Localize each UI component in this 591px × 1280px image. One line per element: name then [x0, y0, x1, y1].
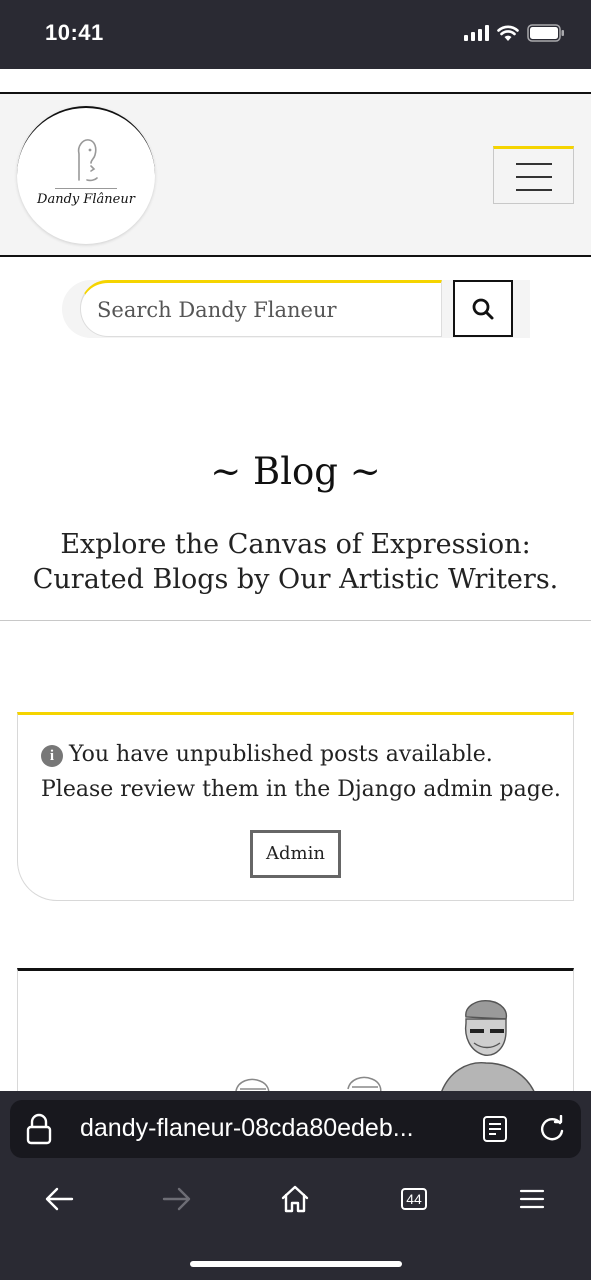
blog-post-card[interactable] [17, 968, 574, 1091]
arrow-right-icon [162, 1187, 191, 1211]
page-title: ~ Blog ~ [210, 450, 381, 493]
lock-icon [26, 1113, 52, 1145]
arrow-left-icon [45, 1187, 74, 1211]
battery-icon [527, 24, 564, 42]
search-icon [472, 298, 494, 319]
post-illustration [235, 1000, 535, 1091]
status-time: 10:41 [45, 20, 104, 45]
home-indicator[interactable] [190, 1261, 402, 1267]
section-divider [0, 620, 591, 621]
page-subtitle: Explore the Canvas of Expression: Curate… [32, 529, 559, 595]
admin-button[interactable]: Admin [250, 830, 341, 878]
search-form [62, 280, 530, 338]
cellular-signal-icon [464, 25, 489, 41]
browser-toolbar: dandy-flaneur-08cda80edeb... 44 [0, 1091, 591, 1280]
reader-mode-icon[interactable] [482, 1115, 508, 1143]
url-text: dandy-flaneur-08cda80edeb... [80, 1114, 414, 1142]
info-icon: i [41, 745, 63, 767]
back-button[interactable] [37, 1177, 81, 1221]
logo-text: Dandy Flâneur [37, 192, 135, 207]
browser-nav-row: 44 [0, 1177, 591, 1221]
flaneur-face-icon [77, 139, 98, 182]
site-logo[interactable]: Dandy Flâneur [17, 106, 155, 244]
search-input[interactable] [80, 280, 442, 337]
notice-message: i You have unpublished posts available. P… [41, 737, 561, 807]
tabs-button[interactable]: 44 [392, 1177, 436, 1221]
site-header: Dandy Flâneur [0, 92, 591, 257]
home-button[interactable] [273, 1177, 317, 1221]
unpublished-posts-notice: i You have unpublished posts available. P… [17, 712, 574, 901]
browser-menu-button[interactable] [510, 1177, 554, 1221]
address-bar[interactable]: dandy-flaneur-08cda80edeb... [10, 1100, 581, 1158]
status-icons [464, 24, 565, 42]
wifi-icon [497, 25, 519, 41]
forward-button[interactable] [155, 1177, 199, 1221]
search-button[interactable] [453, 280, 513, 337]
hamburger-icon [516, 163, 552, 165]
logo-underline [55, 188, 117, 189]
tab-count: 44 [401, 1188, 427, 1210]
hamburger-menu-button[interactable] [493, 146, 574, 204]
status-bar: 10:41 [0, 0, 591, 69]
web-page: Dandy Flâneur ~ Blog ~ Explore the Canva… [0, 69, 591, 1091]
notice-text: You have unpublished posts available. Pl… [41, 742, 561, 802]
home-icon [281, 1185, 309, 1213]
menu-icon [519, 1189, 545, 1209]
reload-icon[interactable] [538, 1115, 566, 1143]
